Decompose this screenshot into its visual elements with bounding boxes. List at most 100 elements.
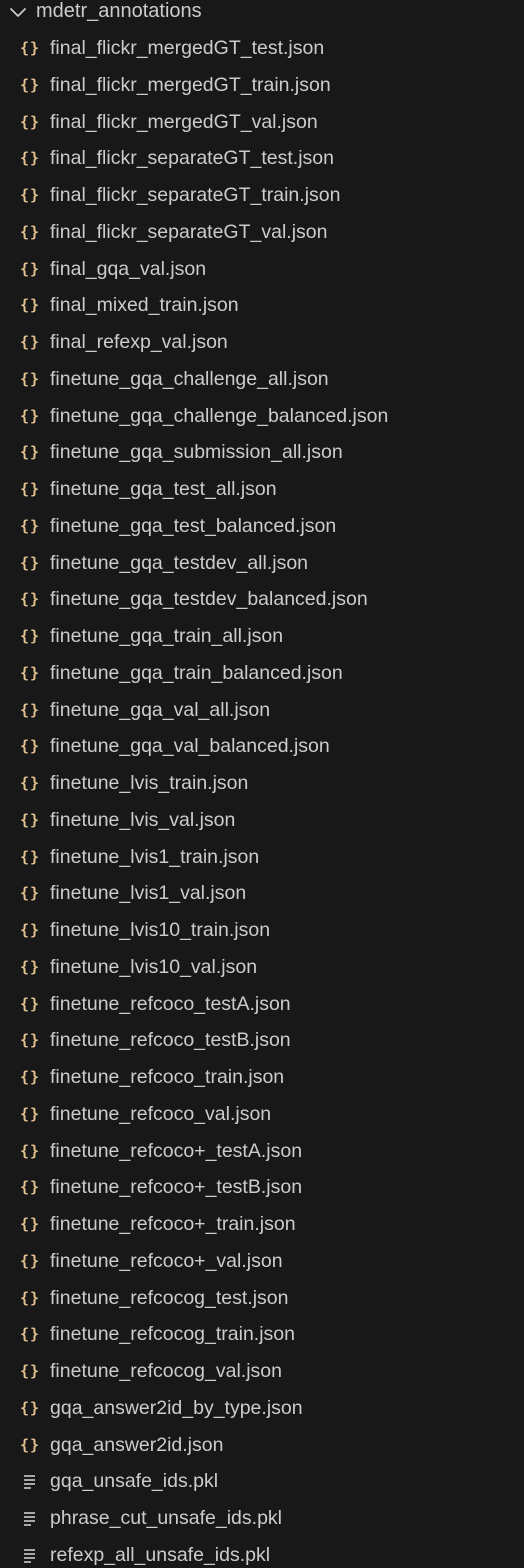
file-item[interactable]: {} finetune_gqa_test_all.json <box>0 471 524 508</box>
file-item[interactable]: {} finetune_gqa_testdev_balanced.json <box>0 581 524 618</box>
file-item[interactable]: {} finetune_refcoco_testA.json <box>0 986 524 1023</box>
json-braces-icon: {} <box>19 553 41 572</box>
folder-mdetr-annotations[interactable]: mdetr_annotations <box>0 0 524 30</box>
file-explorer: mdetr_annotations {} final_flickr_mergedG… <box>0 0 524 1568</box>
json-braces-icon: {} <box>19 700 41 719</box>
json-braces-icon: {} <box>19 39 41 57</box>
file-name: finetune_lvis10_val.json <box>50 955 258 978</box>
file-item[interactable]: {} finetune_refcocog_val.json <box>0 1353 524 1390</box>
file-name: gqa_unsafe_ids.pkl <box>50 1470 219 1493</box>
file-item[interactable]: {} finetune_gqa_train_balanced.json <box>0 655 524 692</box>
file-item[interactable]: refexp_all_unsafe_ids.pkl <box>0 1537 524 1568</box>
file-item[interactable]: {} final_flickr_separateGT_test.json <box>0 140 524 177</box>
json-braces-icon: {} <box>19 369 41 388</box>
file-item[interactable]: {} gqa_answer2id_by_type.json <box>0 1390 524 1427</box>
file-item[interactable]: {} final_refexp_val.json <box>0 324 524 361</box>
file-name: refexp_all_unsafe_ids.pkl <box>50 1543 271 1566</box>
file-name: finetune_refcoco_train.json <box>50 1066 285 1088</box>
json-braces-icon: {} <box>19 516 41 535</box>
json-braces-icon: {} <box>19 1362 41 1380</box>
file-item[interactable]: {} finetune_refcoco_train.json <box>0 1059 524 1096</box>
file-item[interactable]: {} final_flickr_mergedGT_test.json <box>0 30 524 67</box>
file-name: finetune_gqa_challenge_all.json <box>50 367 329 390</box>
file-item[interactable]: {} finetune_lvis1_train.json <box>0 839 524 876</box>
file-name: finetune_lvis1_train.json <box>50 845 260 868</box>
text-lines-icon <box>22 1545 38 1565</box>
file-item[interactable]: {} finetune_refcoco+_testA.json <box>0 1133 524 1170</box>
file-item[interactable]: {} final_flickr_mergedGT_val.json <box>0 104 524 141</box>
json-braces-icon: {} <box>19 296 41 315</box>
file-item[interactable]: {} finetune_gqa_submission_all.json <box>0 434 524 471</box>
file-item[interactable]: {} finetune_lvis_train.json <box>0 765 524 802</box>
file-item[interactable]: {} finetune_gqa_challenge_all.json <box>0 361 524 398</box>
json-braces-icon: {} <box>19 1398 41 1417</box>
file-item[interactable]: {} finetune_gqa_train_all.json <box>0 618 524 655</box>
file-item[interactable]: {} finetune_gqa_challenge_balanced.json <box>0 398 524 435</box>
file-name: finetune_gqa_train_all.json <box>50 625 284 647</box>
file-item[interactable]: {} finetune_refcoco+_train.json <box>0 1206 524 1243</box>
json-braces-icon: {} <box>19 186 41 204</box>
file-item[interactable]: {} final_gqa_val.json <box>0 251 524 288</box>
json-braces-icon: {} <box>19 149 41 168</box>
file-name: finetune_lvis_train.json <box>50 772 249 794</box>
json-braces-icon: {} <box>19 443 41 462</box>
file-item[interactable]: {} finetune_refcoco_testB.json <box>0 1022 524 1059</box>
file-name: finetune_refcocog_val.json <box>50 1360 282 1382</box>
file-name: finetune_gqa_val_all.json <box>50 698 271 721</box>
file-item[interactable]: {} finetune_refcoco+_val.json <box>0 1243 524 1280</box>
file-item[interactable]: {} finetune_lvis10_val.json <box>0 949 524 986</box>
file-item[interactable]: {} finetune_gqa_test_balanced.json <box>0 508 524 545</box>
json-braces-icon: {} <box>19 1325 41 1344</box>
file-name: finetune_refcoco+_val.json <box>50 1249 283 1272</box>
file-item[interactable]: {} final_flickr_separateGT_train.json <box>0 177 524 214</box>
file-item[interactable]: {} finetune_gqa_val_balanced.json <box>0 728 524 765</box>
file-name: finetune_refcoco+_testB.json <box>50 1176 303 1199</box>
json-braces-icon: {} <box>19 112 41 131</box>
json-braces-icon: {} <box>19 774 41 792</box>
file-item[interactable]: {} finetune_lvis10_train.json <box>0 912 524 949</box>
json-braces-icon: {} <box>19 1141 41 1160</box>
chevron-down-icon[interactable] <box>8 5 28 21</box>
json-braces-icon: {} <box>19 1215 41 1233</box>
file-item[interactable]: {} finetune_gqa_testdev_all.json <box>0 545 524 582</box>
file-name: final_flickr_separateGT_train.json <box>50 184 341 206</box>
file-item[interactable]: {} finetune_refcoco+_testB.json <box>0 1169 524 1206</box>
file-name: finetune_gqa_test_all.json <box>50 478 277 500</box>
file-item[interactable]: {} gqa_answer2id.json <box>0 1427 524 1464</box>
file-name: gqa_answer2id.json <box>50 1433 224 1456</box>
file-item[interactable]: {} finetune_refcoco_val.json <box>0 1096 524 1133</box>
json-braces-icon: {} <box>19 222 41 241</box>
file-item[interactable]: {} finetune_lvis_val.json <box>0 802 524 839</box>
json-braces-icon: {} <box>19 737 41 756</box>
file-item[interactable]: {} finetune_refcocog_train.json <box>0 1316 524 1353</box>
json-braces-icon: {} <box>19 406 41 425</box>
file-item[interactable]: {} final_flickr_mergedGT_train.json <box>0 67 524 104</box>
file-item[interactable]: {} finetune_gqa_val_all.json <box>0 692 524 729</box>
file-item[interactable]: phrase_cut_unsafe_ids.pkl <box>0 1500 524 1537</box>
file-item[interactable]: gqa_unsafe_ids.pkl <box>0 1463 524 1500</box>
file-name: finetune_refcoco+_testA.json <box>50 1139 303 1162</box>
text-lines-icon <box>22 1471 38 1491</box>
file-name: finetune_gqa_train_balanced.json <box>50 661 343 684</box>
json-braces-icon: {} <box>19 921 41 939</box>
file-name: gqa_answer2id_by_type.json <box>50 1396 303 1419</box>
file-item[interactable]: {} final_mixed_train.json <box>0 287 524 324</box>
file-name: finetune_gqa_testdev_all.json <box>50 551 309 574</box>
json-braces-icon: {} <box>19 994 41 1013</box>
file-name: finetune_gqa_submission_all.json <box>50 441 343 464</box>
json-braces-icon: {} <box>19 1104 41 1123</box>
json-braces-icon: {} <box>19 1031 41 1050</box>
file-name: finetune_refcoco+_train.json <box>50 1213 296 1235</box>
json-braces-icon: {} <box>19 627 41 645</box>
file-name: finetune_refcoco_testB.json <box>50 1029 291 1052</box>
file-item[interactable]: {} final_flickr_separateGT_val.json <box>0 214 524 251</box>
json-braces-icon: {} <box>19 259 41 278</box>
file-name: final_mixed_train.json <box>50 294 239 317</box>
json-braces-icon: {} <box>19 1068 41 1086</box>
file-name: finetune_gqa_test_balanced.json <box>50 514 337 537</box>
file-item[interactable]: {} finetune_lvis1_val.json <box>0 875 524 912</box>
file-item[interactable]: {} finetune_refcocog_test.json <box>0 1280 524 1317</box>
json-braces-icon: {} <box>19 333 41 351</box>
json-braces-icon: {} <box>19 1178 41 1197</box>
file-name: finetune_refcoco_testA.json <box>50 992 291 1015</box>
